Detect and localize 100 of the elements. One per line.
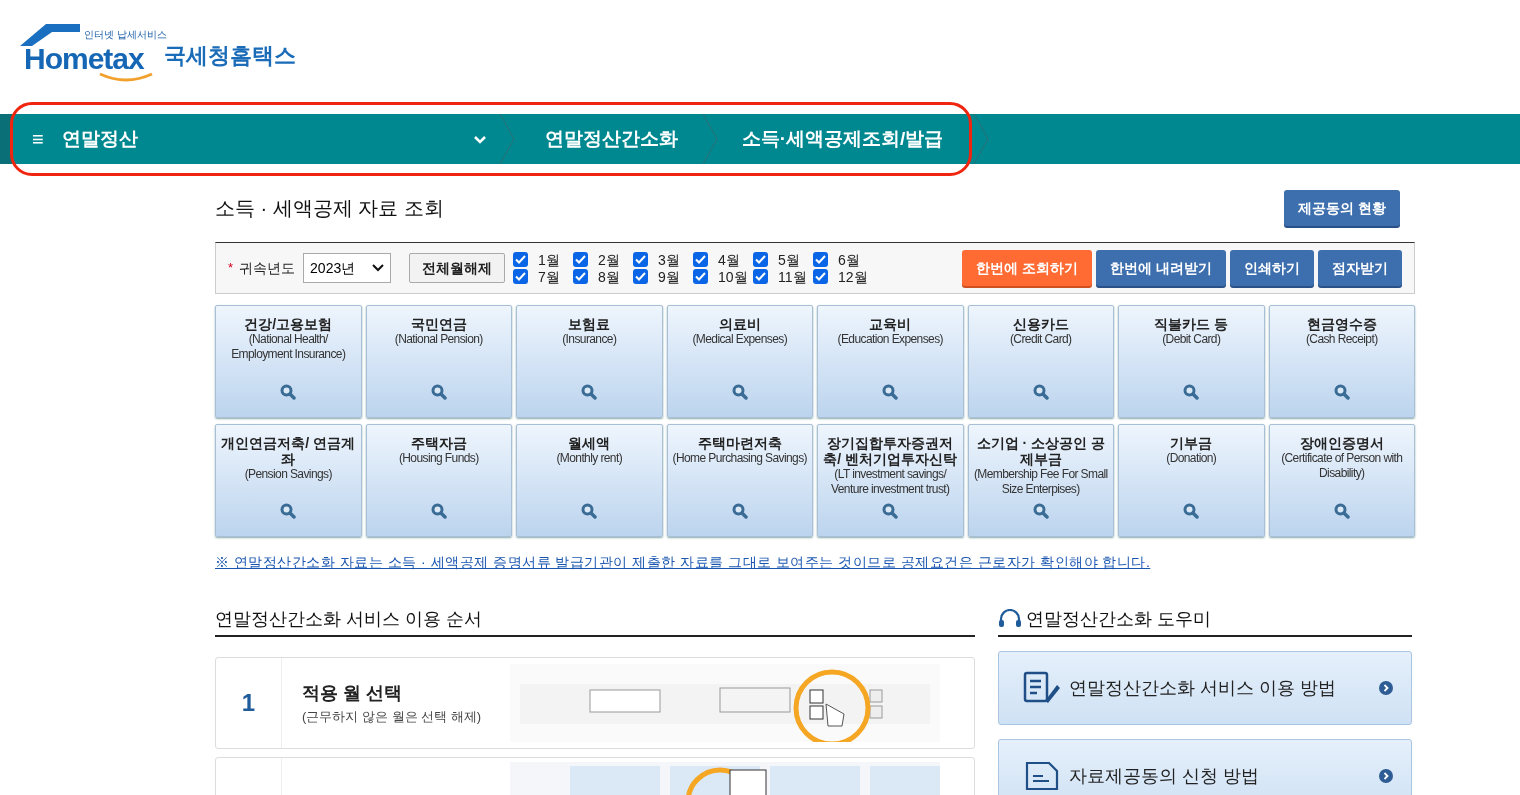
category-title: 주택자금	[410, 435, 467, 451]
month-label: 10월	[718, 269, 748, 284]
category-subtitle: (Insurance)	[562, 332, 617, 347]
search-icon	[882, 384, 899, 400]
category-tile[interactable]: 장기집합투자증권저축/ 벤처기업투자신탁 (LT investment savings/ Venture investment trust)	[817, 424, 964, 537]
category-tile[interactable]: 개인연금저축/ 연금계좌 (Pension Savings)	[215, 424, 362, 537]
category-title: 직불카드 등	[1154, 316, 1229, 332]
helper-link[interactable]: 연말정산간소화 서비스 이용 방법	[998, 651, 1412, 725]
consent-status-button[interactable]: 제공동의 현황	[1284, 190, 1400, 226]
category-tile[interactable]: 주택마련저축 (Home Purchasing Savings)	[666, 424, 813, 537]
section-heading: 연말정산간소화 도우미	[1026, 607, 1211, 631]
category-subtitle: (Certificate of Person with Disability)	[1280, 451, 1404, 481]
category-tile[interactable]: 직불카드 등 (Debit Card)	[1118, 305, 1265, 418]
document-icon	[1023, 759, 1061, 793]
month-checkbox[interactable]	[813, 269, 829, 284]
breadcrumb-separator-icon	[498, 114, 515, 164]
month-label: 5월	[778, 252, 800, 267]
search-icon	[280, 384, 297, 400]
category-tile[interactable]: 월세액 (Monthly rent)	[516, 424, 663, 537]
headset-icon	[998, 609, 1022, 629]
action-button[interactable]: 점자받기	[1318, 250, 1402, 286]
category-tile[interactable]: 주택자금 (Housing Funds)	[365, 424, 512, 537]
document-pen-icon	[1023, 671, 1061, 705]
year-label: 귀속년도	[239, 258, 296, 278]
chevron-circle-icon	[1379, 681, 1393, 695]
category-title: 건강/고용보험	[244, 316, 333, 332]
month-checkbox[interactable]	[813, 252, 829, 267]
action-button[interactable]: 인쇄하기	[1230, 250, 1314, 286]
month-label: 3월	[658, 252, 680, 267]
category-title: 기부금	[1170, 435, 1213, 451]
month-checkbox[interactable]	[573, 252, 589, 267]
category-title: 신용카드	[1012, 316, 1069, 332]
month-checkbox[interactable]	[633, 269, 649, 284]
breadcrumb-link[interactable]: 소득·세액공제조회/발급	[741, 124, 944, 154]
month-checkbox[interactable]	[573, 269, 589, 284]
month-label: 4월	[718, 252, 740, 267]
category-title: 의료비	[718, 316, 761, 332]
month-checkbox[interactable]	[693, 269, 709, 284]
search-icon	[430, 503, 447, 519]
month-checkbox[interactable]	[633, 252, 649, 267]
category-subtitle: (Debit Card)	[1162, 332, 1221, 347]
page-title: 소득 · 세액공제 자료 조회	[215, 196, 444, 221]
breadcrumb-link[interactable]: 연말정산	[61, 124, 138, 154]
category-tile[interactable]: 보험료 (Insurance)	[516, 305, 663, 418]
search-icon	[1183, 384, 1200, 400]
search-icon	[581, 503, 598, 519]
category-tile[interactable]: 건강/고용보험 (National Health/ Employment Insurance)	[215, 305, 362, 418]
category-title: 장애인증명서	[1299, 435, 1384, 451]
category-tile[interactable]: 국민연금 (National Pension)	[365, 305, 512, 418]
chevron-down-icon[interactable]	[472, 134, 487, 144]
category-tile[interactable]: 현금영수증 (Cash Receipt)	[1268, 305, 1415, 418]
month-label: 1월	[538, 252, 560, 267]
category-tile[interactable]: 장애인증명서 (Certificate of Person with Disability)	[1268, 424, 1415, 537]
clear-months-button[interactable]: 전체월해제	[409, 253, 506, 283]
month-checkbox[interactable]	[693, 252, 709, 267]
year-select[interactable]: 2023년	[303, 253, 392, 283]
breadcrumb-separator-icon	[973, 114, 990, 164]
category-title: 장기집합투자증권저축/ 벤처기업투자신탁	[822, 435, 959, 467]
search-icon	[581, 384, 598, 400]
month-checkbox[interactable]	[513, 269, 529, 284]
category-title: 보험료	[568, 316, 611, 332]
search-icon	[731, 503, 748, 519]
step-description: (근무하지 않은 월은 선택 해제)	[302, 707, 483, 726]
search-icon	[882, 503, 899, 519]
menu-icon[interactable]: ≡	[32, 124, 44, 154]
category-tile[interactable]: 신용카드 (Credit Card)	[967, 305, 1114, 418]
search-icon	[1032, 384, 1049, 400]
section-heading: 연말정산간소화 서비스 이용 순서	[215, 607, 482, 631]
chevron-down-icon	[372, 264, 385, 272]
month-label: 8월	[598, 269, 620, 284]
category-title: 현금영수증	[1306, 316, 1377, 332]
notice-link[interactable]: ※ 연말정산간소화 자료는 소득 · 세액공제 증명서류 발급기관이 제출한 자료를 그대로 보여주는 것이므로 공제요건은 근로자가 확인해야 합니다.	[215, 552, 1415, 573]
step-title: 적용 월 선택	[302, 681, 403, 705]
category-tile[interactable]: 소기업 · 소상공인 공제부금 (Membership Fee For Small Size Enterpises)	[967, 424, 1114, 537]
month-label: 11월	[778, 269, 807, 284]
month-checkbox[interactable]	[513, 252, 529, 267]
category-subtitle: (LT investment savings/ Venture investment trust)	[830, 467, 951, 497]
category-subtitle: (National Health/ Employment Insurance)	[230, 332, 347, 362]
category-tile[interactable]: 기부금 (Donation)	[1118, 424, 1265, 537]
category-subtitle: (Cash Receipt)	[1305, 332, 1378, 347]
logo-tagline: 인터넷 납세서비스	[84, 30, 167, 40]
helper-link[interactable]: 자료제공동의 신청 방법	[998, 739, 1412, 795]
category-tile[interactable]: 의료비 (Medical Expenses)	[666, 305, 813, 418]
category-tile[interactable]: 교육비 (Education Expenses)	[817, 305, 964, 418]
category-title: 국민연금	[410, 316, 467, 332]
search-icon	[430, 384, 447, 400]
month-checkbox[interactable]	[753, 269, 769, 284]
category-subtitle: (Pension Savings)	[244, 467, 332, 482]
category-subtitle: (Monthly rent)	[556, 451, 623, 466]
logo-name: 국세청홈택스	[164, 42, 296, 70]
breadcrumb-link[interactable]: 연말정산간소화	[544, 124, 678, 154]
category-title: 개인연금저축/ 연금계좌	[220, 435, 357, 467]
month-label: 7월	[538, 269, 560, 284]
month-label: 6월	[838, 252, 860, 267]
search-icon	[1183, 503, 1200, 519]
category-subtitle: (Membership Fee For Small Size Enterpises)	[972, 467, 1109, 497]
month-checkbox[interactable]	[753, 252, 769, 267]
nav-edge-strip	[0, 114, 12, 164]
category-subtitle: (Credit Card)	[1009, 332, 1072, 347]
action-button[interactable]: 한번에 내려받기	[1096, 250, 1226, 286]
